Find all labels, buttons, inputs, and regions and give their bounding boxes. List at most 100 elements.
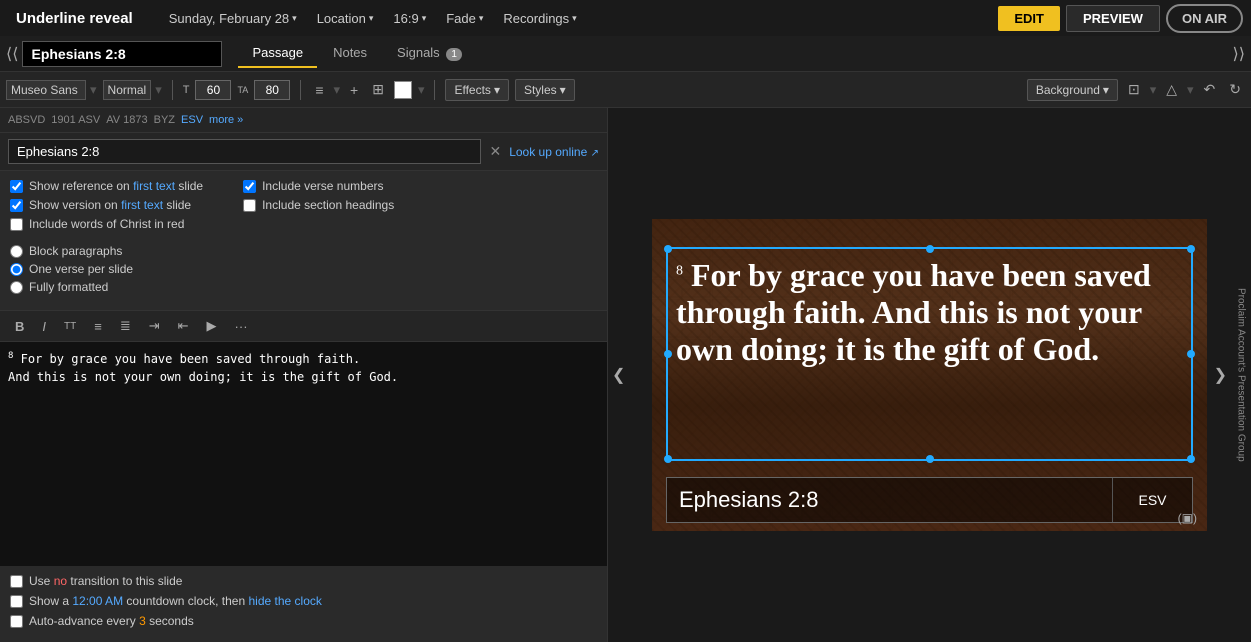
layout-radio-group: Block paragraphs One verse per slide Ful… xyxy=(10,244,597,294)
aspect-caret: ▾ xyxy=(422,13,427,24)
right-panel: ❮ xyxy=(608,108,1251,642)
one-verse-row: One verse per slide xyxy=(10,262,597,276)
color-swatch[interactable] xyxy=(394,81,412,99)
left-nav-arrow[interactable]: ⟨⟨ xyxy=(6,44,18,64)
font-style-group: Normal ▾ xyxy=(103,80,162,100)
left-options: Show reference on first text slide Show … xyxy=(10,179,203,236)
handle-top-left[interactable] xyxy=(664,245,672,253)
handle-mid-left[interactable] xyxy=(664,350,672,358)
left-panel: ABSVD 1901 ASV AV 1873 BYZ ESV more » ✕ … xyxy=(0,108,608,642)
effects-dropdown[interactable]: Effects ▾ xyxy=(445,79,509,101)
refresh-button[interactable]: ↻ xyxy=(1225,79,1245,100)
text-selection-box[interactable]: 8 For by grace you have been saved throu… xyxy=(666,247,1193,461)
background-caret: ▾ xyxy=(1103,83,1109,97)
transition-caret: ▾ xyxy=(479,13,484,24)
show-version-checkbox[interactable] xyxy=(10,199,23,212)
left-nav-button[interactable]: ❮ xyxy=(608,361,629,389)
tab-passage[interactable]: Passage xyxy=(238,39,317,68)
bullet-list-button[interactable]: ≡ xyxy=(87,316,109,337)
words-of-christ-checkbox[interactable] xyxy=(10,218,23,231)
ref-first-text-link[interactable]: first text xyxy=(133,179,175,193)
slide-title: Ephesians 2:8 xyxy=(22,41,222,67)
handle-mid-right[interactable] xyxy=(1187,350,1195,358)
background-dropdown[interactable]: Background ▾ xyxy=(1027,79,1118,101)
include-section-headings-checkbox[interactable] xyxy=(243,199,256,212)
align-left-button[interactable]: ≡ xyxy=(311,80,327,100)
slide-verse-num: 8 xyxy=(676,263,683,278)
reference-text: Ephesians 2:8 xyxy=(667,478,1112,522)
version-esv[interactable]: ESV xyxy=(181,114,203,126)
countdown-checkbox[interactable] xyxy=(10,595,23,608)
top-bar: Underline reveal Sunday, February 28 ▾ L… xyxy=(0,0,1251,36)
transition-picker[interactable]: Fade ▾ xyxy=(438,11,491,26)
layout-button[interactable]: ⊡ xyxy=(1124,79,1144,100)
script-button[interactable]: TT xyxy=(57,318,83,335)
divider-2 xyxy=(300,80,301,100)
countdown-row: Show a 12:00 AM countdown clock, then hi… xyxy=(10,594,597,608)
text-align-button[interactable]: ▶ xyxy=(200,315,224,337)
onair-button[interactable]: ON AIR xyxy=(1166,4,1243,33)
countdown-time[interactable]: 12:00 AM xyxy=(72,594,123,608)
more-button[interactable]: ··· xyxy=(228,316,255,337)
styles-dropdown[interactable]: Styles ▾ xyxy=(515,79,575,101)
one-verse-radio[interactable] xyxy=(10,263,23,276)
add-line-button[interactable]: + xyxy=(346,80,362,100)
no-transition-checkbox[interactable] xyxy=(10,575,23,588)
recordings-picker[interactable]: Recordings ▾ xyxy=(495,11,584,26)
block-paragraphs-radio[interactable] xyxy=(10,245,23,258)
ver-first-text-link[interactable]: first text xyxy=(121,198,163,212)
version-absvd[interactable]: ABSVD xyxy=(8,114,45,126)
indent-button[interactable]: ⇥ xyxy=(142,315,167,337)
include-verse-numbers-label: Include verse numbers xyxy=(262,179,383,193)
date-picker[interactable]: Sunday, February 28 ▾ xyxy=(161,11,305,26)
handle-top-mid[interactable] xyxy=(926,245,934,253)
show-version-row: Show version on first text slide xyxy=(10,198,203,212)
font-size-a-input[interactable] xyxy=(254,80,290,100)
handle-bot-mid[interactable] xyxy=(926,455,934,463)
search-input[interactable] xyxy=(8,139,481,164)
auto-advance-checkbox[interactable] xyxy=(10,615,23,628)
version-more[interactable]: more » xyxy=(209,114,243,126)
outdent-button[interactable]: ⇤ xyxy=(171,315,196,337)
edit-button[interactable]: EDIT xyxy=(998,6,1060,31)
handle-top-right[interactable] xyxy=(1187,245,1195,253)
location-caret: ▾ xyxy=(369,13,374,24)
undo-button[interactable]: ↶ xyxy=(1200,79,1220,100)
number-list-button[interactable]: ≣ xyxy=(113,315,138,337)
lookup-online-link[interactable]: Look up online ↗ xyxy=(509,145,599,159)
bold-button[interactable]: B xyxy=(8,316,31,337)
fully-formatted-radio[interactable] xyxy=(10,281,23,294)
right-options: Include verse numbers Include section he… xyxy=(243,179,394,236)
font-size-t-input[interactable] xyxy=(195,80,231,100)
font-family-selector[interactable]: Museo Sans xyxy=(6,80,86,100)
divider-1 xyxy=(172,80,173,100)
font-style-selector[interactable]: Normal xyxy=(103,80,152,100)
show-reference-checkbox[interactable] xyxy=(10,180,23,193)
divider-3 xyxy=(434,80,435,100)
version-bar: ABSVD 1901 ASV AV 1873 BYZ ESV more » xyxy=(0,108,607,133)
tab-notes[interactable]: Notes xyxy=(319,39,381,68)
main-content: ABSVD 1901 ASV AV 1873 BYZ ESV more » ✕ … xyxy=(0,108,1251,642)
version-byz[interactable]: BYZ xyxy=(154,114,175,126)
italic-button[interactable]: I xyxy=(35,316,53,337)
editor-area[interactable]: 8 For by grace you have been saved throu… xyxy=(0,342,607,566)
include-verse-numbers-checkbox[interactable] xyxy=(243,180,256,193)
location-picker[interactable]: Location ▾ xyxy=(309,11,382,26)
aspect-picker[interactable]: 16:9 ▾ xyxy=(385,11,434,26)
right-nav-arrow[interactable]: ⟩⟩ xyxy=(1233,44,1245,64)
topbar-actions: EDIT PREVIEW ON AIR xyxy=(998,4,1243,33)
hide-clock-link[interactable]: hide the clock xyxy=(248,594,321,608)
tab-signals[interactable]: Signals 1 xyxy=(383,39,476,68)
version-1901asv[interactable]: 1901 ASV xyxy=(51,114,100,126)
text-size-button[interactable]: ⊞ xyxy=(368,79,388,100)
shape-button[interactable]: △ xyxy=(1162,79,1181,100)
version-av1873[interactable]: AV 1873 xyxy=(106,114,147,126)
handle-bot-left[interactable] xyxy=(664,455,672,463)
search-clear-button[interactable]: ✕ xyxy=(489,143,501,160)
preview-button[interactable]: PREVIEW xyxy=(1066,5,1160,32)
right-nav-button[interactable]: ❯ xyxy=(1210,361,1231,389)
handle-bot-right[interactable] xyxy=(1187,455,1195,463)
presentation-group-label[interactable]: Proclaim Account's Presentation Group xyxy=(1231,108,1251,642)
auto-advance-num[interactable]: 3 xyxy=(139,614,146,628)
editor-verse-num: 8 xyxy=(8,351,13,361)
